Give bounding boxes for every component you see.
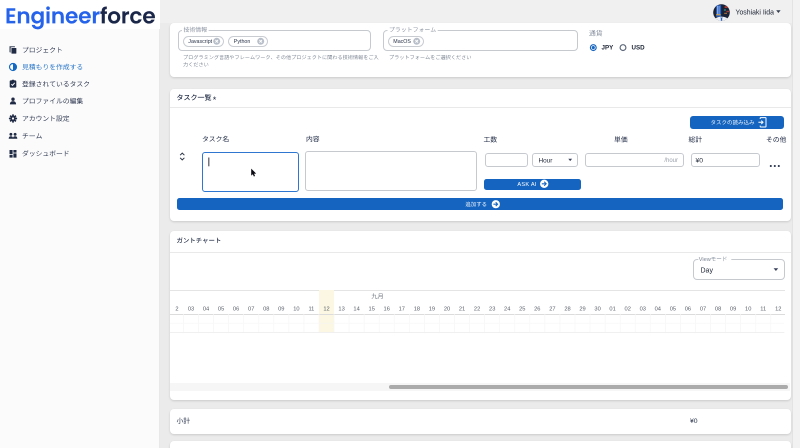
svg-text:Yoshiaki Iida: Yoshiaki Iida: [736, 9, 775, 16]
svg-text:27: 27: [549, 306, 555, 312]
svg-text:21: 21: [459, 306, 465, 312]
svg-text:15: 15: [369, 306, 375, 312]
svg-text:Python: Python: [234, 39, 251, 45]
svg-text:05: 05: [218, 306, 224, 312]
svg-text:08: 08: [263, 306, 269, 312]
svg-text:¥0: ¥0: [696, 157, 704, 164]
svg-text:/hour: /hour: [664, 158, 678, 164]
svg-text:MacOS: MacOS: [393, 39, 411, 45]
svg-text:Hour: Hour: [539, 157, 554, 164]
svg-text:05: 05: [670, 306, 676, 312]
svg-text:30: 30: [594, 306, 600, 312]
svg-text:*: *: [213, 95, 217, 105]
svg-text:04: 04: [203, 306, 209, 312]
svg-text:04: 04: [655, 306, 661, 312]
svg-text:09: 09: [278, 306, 284, 312]
svg-text:29: 29: [579, 306, 585, 312]
svg-text:06: 06: [685, 306, 691, 312]
svg-text:22: 22: [474, 306, 480, 312]
svg-text:17: 17: [399, 306, 405, 312]
svg-text:13: 13: [338, 306, 344, 312]
svg-text:10: 10: [293, 306, 299, 312]
svg-text:06: 06: [233, 306, 239, 312]
svg-text:26: 26: [534, 306, 540, 312]
svg-text:07: 07: [248, 306, 254, 312]
svg-text:14: 14: [353, 306, 359, 312]
svg-text:11: 11: [308, 306, 314, 312]
svg-text:07: 07: [700, 306, 706, 312]
svg-text:23: 23: [489, 306, 495, 312]
svg-text:USD: USD: [632, 45, 646, 52]
svg-text:01: 01: [609, 306, 615, 312]
svg-text:18: 18: [414, 306, 420, 312]
svg-text:12: 12: [323, 306, 329, 312]
svg-text:JPY: JPY: [602, 45, 615, 52]
svg-text:03: 03: [640, 306, 646, 312]
svg-text:ASK AI: ASK AI: [517, 182, 536, 188]
svg-text:10: 10: [745, 306, 751, 312]
svg-text:28: 28: [564, 306, 570, 312]
svg-text:19: 19: [429, 306, 435, 312]
svg-text:03: 03: [188, 306, 194, 312]
svg-text:24: 24: [504, 306, 510, 312]
svg-text:¥0: ¥0: [690, 418, 698, 425]
svg-text:25: 25: [519, 306, 525, 312]
svg-text:20: 20: [444, 306, 450, 312]
svg-text:Javascript: Javascript: [188, 39, 212, 45]
svg-text:2: 2: [175, 306, 178, 312]
svg-text:View: View: [699, 257, 712, 263]
svg-text:08: 08: [715, 306, 721, 312]
svg-text:09: 09: [730, 306, 736, 312]
svg-text:16: 16: [384, 306, 390, 312]
svg-text:11: 11: [760, 306, 766, 312]
svg-text:02: 02: [625, 306, 631, 312]
svg-text:Day: Day: [701, 267, 714, 274]
svg-text:12: 12: [775, 306, 781, 312]
